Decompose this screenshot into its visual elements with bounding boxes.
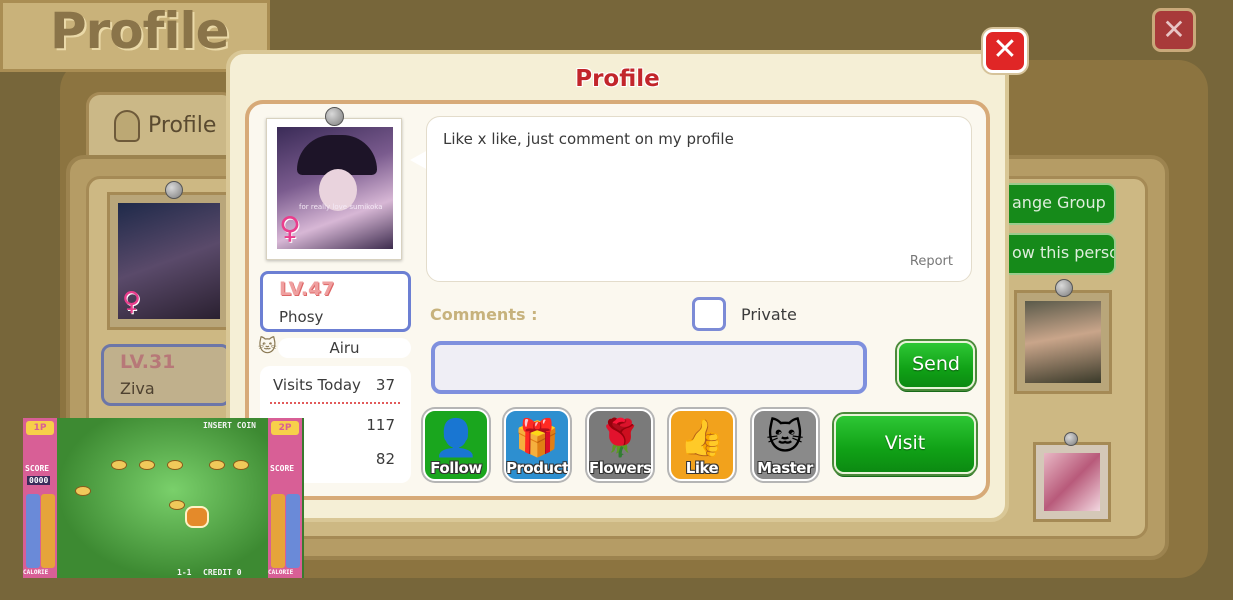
background-photo-friend-2[interactable]	[1033, 442, 1111, 522]
stage-text: 1-1	[177, 568, 192, 577]
enemy-icon	[75, 486, 91, 496]
username: Phosy	[279, 308, 324, 326]
background-level-card: LV.31 Ziva	[101, 344, 231, 406]
flowers-button[interactable]: 🌹 Flowers	[587, 409, 653, 481]
game-ad-overlay[interactable]: INSERT COIN 1-1 CREDIT 0 1P SCORE 0000 C…	[23, 418, 304, 578]
flowers-icon: 🌹	[597, 418, 643, 459]
master-button[interactable]: 🐱 Master	[752, 409, 818, 481]
level-card: LV.47 Phosy	[260, 271, 411, 332]
score-label-2p: SCORE	[270, 464, 295, 473]
background-title: Profile	[50, 2, 230, 60]
stat-value: 82	[375, 450, 395, 468]
player-1-tag: 1P	[26, 421, 54, 435]
calorie-label: CALORIE	[23, 569, 49, 576]
background-close-icon[interactable]: ✕	[1152, 8, 1196, 52]
background-avatar-photo: ♀	[107, 192, 231, 330]
gender-icon: ♀	[279, 211, 301, 246]
background-level: LV.31	[120, 351, 176, 373]
modal-close-icon[interactable]: ✕	[983, 29, 1027, 73]
like-label: Like	[685, 459, 719, 477]
level-label: LV.47	[279, 278, 335, 300]
avatar-card[interactable]: for really love sumikoka ♀	[266, 118, 402, 260]
bio-bubble: Like x like, just comment on my profile …	[426, 116, 972, 282]
follow-label: Follow	[430, 459, 482, 477]
score-value: 0000	[27, 476, 51, 485]
game-side-left: 1P SCORE 0000 CALORIE	[23, 418, 57, 578]
profile-icon	[114, 110, 140, 142]
modal-title: Profile	[575, 66, 660, 92]
visit-button[interactable]: Visit	[834, 414, 976, 474]
enemy-icon	[111, 460, 127, 470]
credit-text: CREDIT 0	[203, 568, 242, 577]
pin-icon	[1055, 279, 1073, 297]
pin-icon	[1064, 432, 1078, 446]
report-link[interactable]: Report	[910, 254, 953, 269]
power-bar-2p	[271, 494, 285, 568]
like-icon: 👍	[679, 418, 725, 459]
background-tab-label: Profile	[148, 113, 217, 138]
change-group-button[interactable]: ange Group	[1000, 183, 1116, 225]
insert-coin-text: INSERT COIN	[203, 421, 256, 430]
game-side-right: 2P SCORE CALORIE	[268, 418, 302, 578]
calorie-bar-2p	[286, 494, 300, 568]
private-checkbox[interactable]	[692, 297, 726, 331]
send-button[interactable]: Send	[897, 341, 975, 389]
pin-icon	[165, 181, 183, 199]
pet-row: 🐱 Airu	[258, 336, 411, 360]
follow-icon: 👤	[433, 418, 479, 459]
enemy-icon	[167, 460, 183, 470]
products-button[interactable]: 🎁 Products	[504, 409, 570, 481]
master-label: Master	[757, 459, 813, 477]
background-photo-friend-1[interactable]	[1014, 290, 1112, 394]
player-2-tag: 2P	[271, 421, 299, 435]
stat-value: 117	[366, 416, 395, 434]
background-photo-friend-1-image	[1025, 301, 1101, 383]
power-bar	[41, 494, 55, 568]
pin-icon	[325, 107, 344, 126]
stat-label: Visits Today	[273, 376, 361, 394]
stat-visits-today: Visits Today 37	[273, 376, 401, 394]
flowers-label: Flowers	[589, 459, 652, 477]
enemy-icon	[233, 460, 249, 470]
avatar-caption: for really love sumikoka	[299, 203, 383, 211]
comments-label: Comments :	[430, 305, 538, 324]
enemy-icon	[209, 460, 225, 470]
enemy-icon	[139, 460, 155, 470]
follow-button[interactable]: 👤 Follow	[423, 409, 489, 481]
background-name: Ziva	[120, 379, 155, 398]
score-label: SCORE	[25, 464, 50, 473]
products-label: Products	[506, 459, 570, 477]
bio-text: Like x like, just comment on my profile	[443, 130, 734, 148]
enemy-icon	[169, 500, 185, 510]
calorie-bar	[26, 494, 40, 568]
game-field: INSERT COIN 1-1 CREDIT 0	[57, 418, 268, 578]
pet-name: Airu	[278, 338, 411, 358]
private-label: Private	[741, 305, 797, 324]
background-photo-friend-2-image	[1044, 453, 1100, 511]
player-ship-icon	[185, 506, 209, 528]
stat-value: 37	[375, 376, 395, 394]
follow-person-button[interactable]: ow this person	[1000, 233, 1116, 275]
stat-divider	[270, 402, 400, 404]
products-icon: 🎁	[514, 418, 560, 459]
gender-icon: ♀	[122, 287, 142, 317]
calorie-label-2p: CALORIE	[268, 569, 294, 576]
master-icon: 🐱	[766, 417, 804, 458]
like-button[interactable]: 👍 Like	[669, 409, 735, 481]
comment-input[interactable]	[431, 341, 867, 394]
